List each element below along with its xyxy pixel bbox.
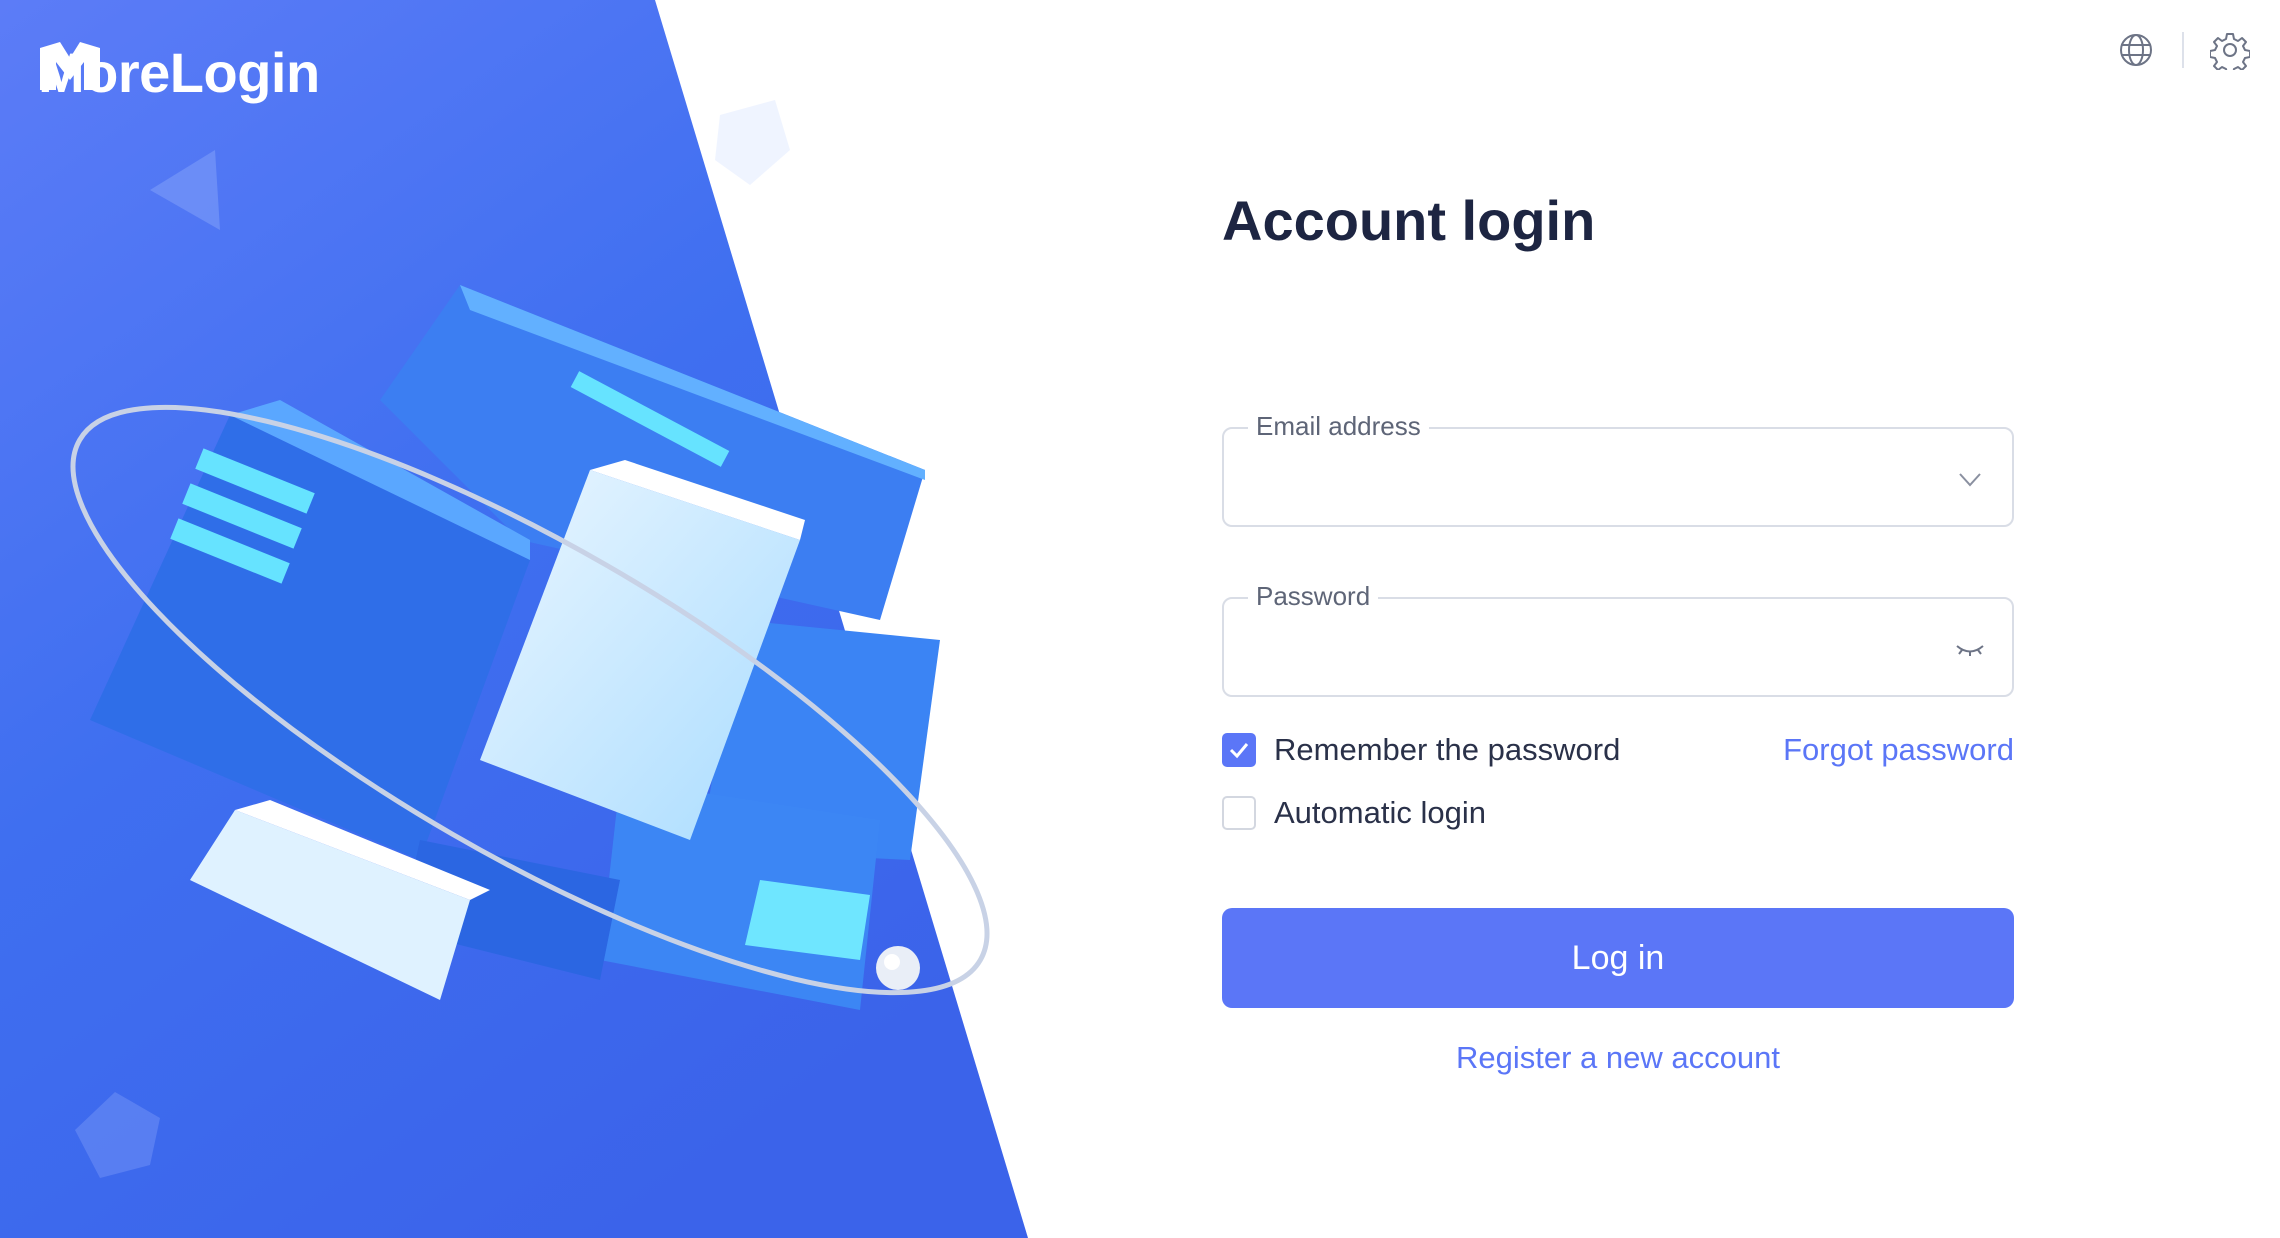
password-field[interactable]: Password <box>1222 581 2014 697</box>
email-field[interactable]: Email address <box>1222 411 2014 527</box>
hero-panel: MoreLogin <box>0 0 1040 1238</box>
remember-row: Remember the password Forgot password <box>1222 732 2014 768</box>
checkmark-icon <box>1229 743 1249 759</box>
brand: MoreLogin <box>38 40 320 105</box>
chevron-down-icon[interactable] <box>1954 463 1986 495</box>
automatic-login-checkbox[interactable] <box>1222 796 1256 830</box>
globe-icon[interactable] <box>2116 30 2156 70</box>
remember-password-label: Remember the password <box>1274 732 1621 767</box>
email-input[interactable] <box>1252 459 1896 501</box>
top-toolbar <box>2116 30 2250 70</box>
automatic-login-label: Automatic login <box>1274 795 1486 830</box>
remember-password-checkbox[interactable] <box>1222 733 1256 767</box>
auto-login-row: Automatic login <box>1222 795 2014 831</box>
password-label: Password <box>1248 581 1379 612</box>
password-input[interactable] <box>1252 629 1896 671</box>
morelogin-logo-icon <box>40 42 100 90</box>
forgot-password-link[interactable]: Forgot password <box>1783 732 2014 768</box>
toolbar-divider <box>2182 32 2184 68</box>
hero-illustration <box>0 0 1028 1238</box>
eye-closed-icon[interactable] <box>1954 633 1986 665</box>
page-title: Account login <box>1222 189 1596 252</box>
gear-icon[interactable] <box>2210 30 2250 70</box>
login-button[interactable]: Log in <box>1222 908 2014 1008</box>
login-form: Account login Email address Password Rem… <box>1222 180 2014 1075</box>
email-label: Email address <box>1248 411 1429 442</box>
register-link[interactable]: Register a new account <box>1222 1040 2014 1076</box>
